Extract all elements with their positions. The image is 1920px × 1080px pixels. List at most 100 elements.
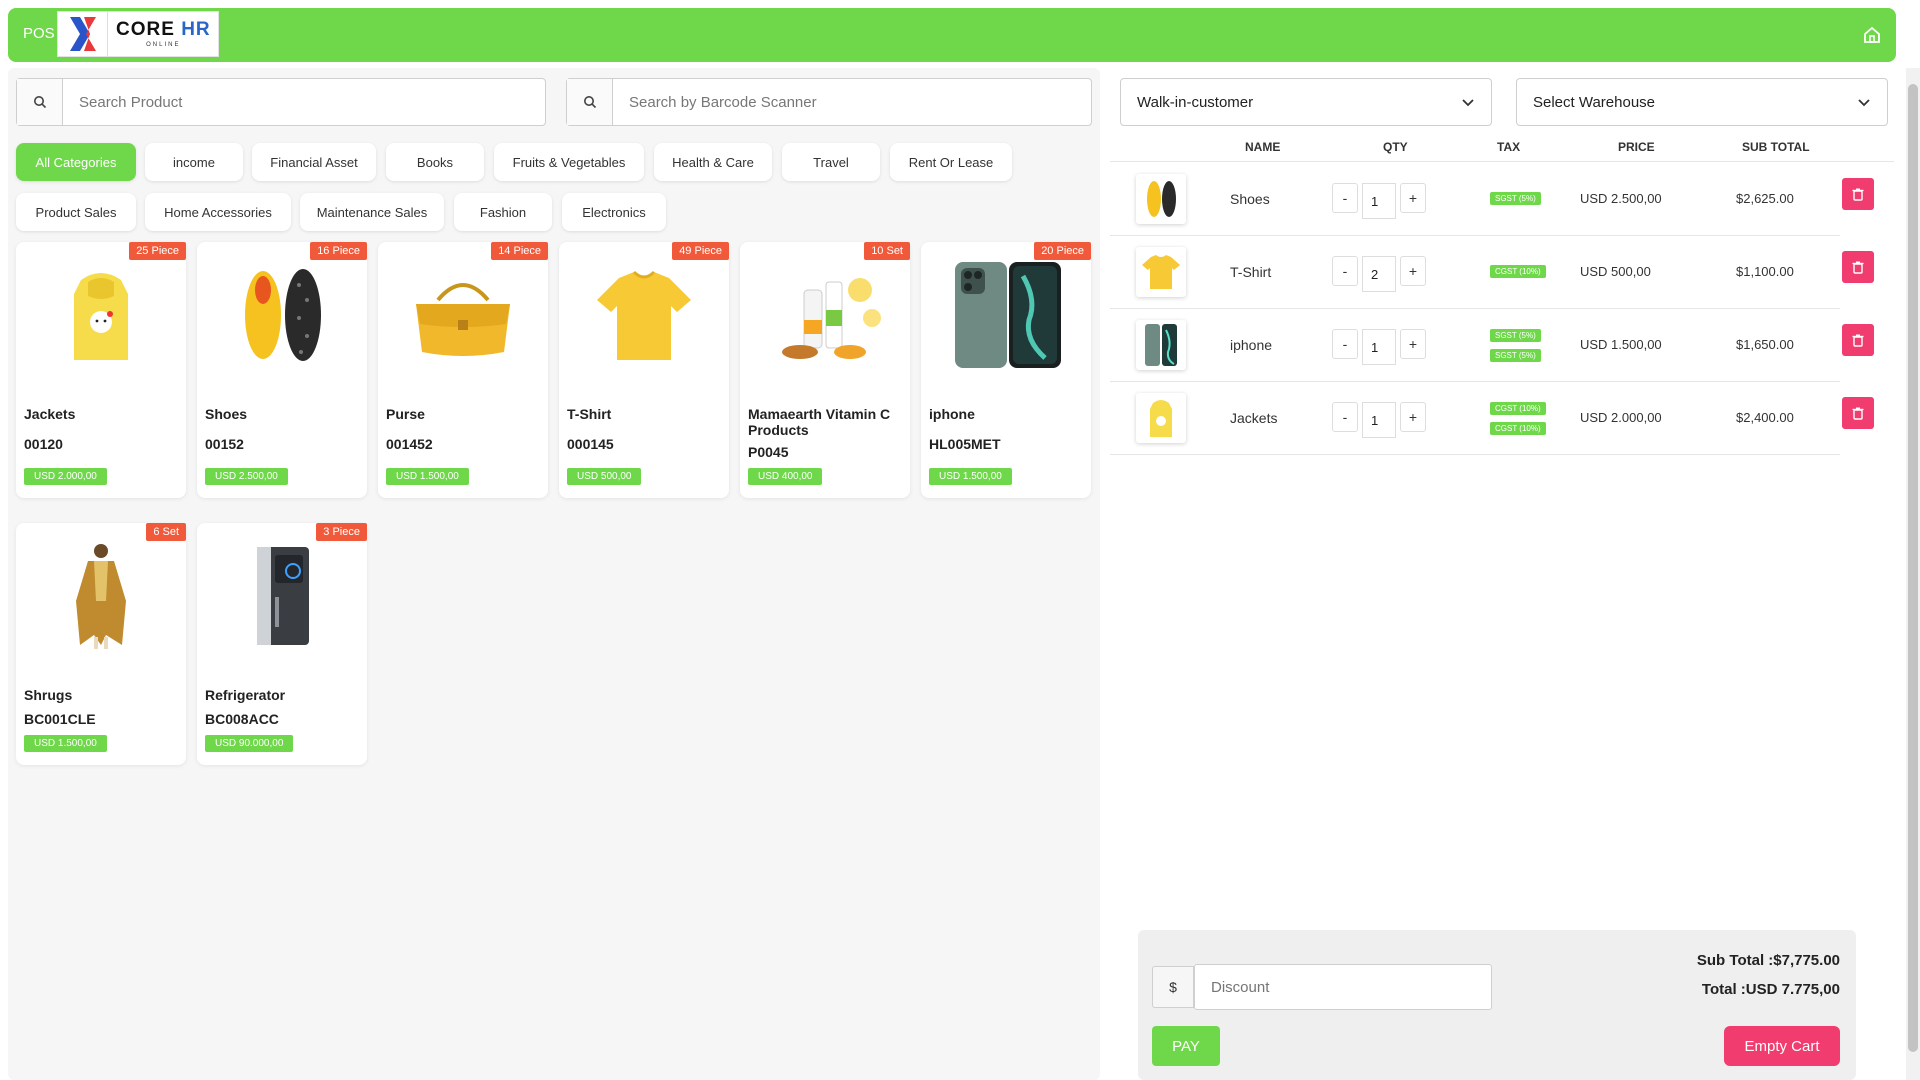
product-name: Purse (386, 406, 425, 422)
scrollbar-thumb[interactable] (1908, 84, 1918, 1052)
category-fashion[interactable]: Fashion (454, 193, 552, 231)
product-card[interactable]: 25 Piece Jackets 00120 USD 2.000,00 (16, 242, 186, 498)
chevron-down-icon (1462, 99, 1474, 107)
product-price: USD 90.000,00 (205, 735, 294, 752)
cart-item-name: Jackets (1230, 410, 1278, 426)
product-card[interactable]: 16 Piece Shoes 00152 USD 2.500,00 (197, 242, 367, 498)
discount-input[interactable] (1194, 964, 1492, 1010)
product-price: USD 1.500,00 (386, 468, 469, 485)
iphone-image (955, 262, 1061, 368)
qty-increase-button[interactable]: + (1400, 329, 1426, 359)
product-price: USD 1.500,00 (929, 468, 1012, 485)
product-price: USD 2.500,00 (205, 468, 288, 485)
delete-item-button[interactable] (1842, 178, 1874, 210)
home-icon[interactable] (1862, 25, 1882, 45)
product-code: 001452 (386, 436, 433, 452)
product-card[interactable]: 49 Piece T-Shirt 000145 USD 500,00 (559, 242, 729, 498)
customer-select[interactable]: Walk-in-customer (1120, 78, 1492, 126)
category-financial-asset[interactable]: Financial Asset (252, 143, 376, 181)
qty-increase-button[interactable]: + (1400, 402, 1426, 432)
core-hr-logo[interactable]: CORE HR ONLINE (57, 11, 219, 57)
qty-decrease-button[interactable]: - (1332, 402, 1358, 432)
barcode-search-input[interactable] (613, 79, 1091, 125)
delete-item-button[interactable] (1842, 397, 1874, 429)
category-income[interactable]: income (145, 143, 243, 181)
search-product-input[interactable] (63, 79, 545, 125)
category-all[interactable]: All Categories (16, 143, 136, 181)
tax-badge: CGST (10%) (1490, 402, 1546, 415)
jacket-thumbnail (1136, 393, 1186, 443)
product-name: Shrugs (24, 687, 73, 703)
category-rent-or-lease[interactable]: Rent Or Lease (890, 143, 1012, 181)
product-card[interactable]: 3 Piece Refrigerator BC008ACC USD 90.000… (197, 523, 367, 765)
trash-icon (1852, 188, 1864, 201)
category-electronics[interactable]: Electronics (562, 193, 666, 231)
stock-badge: 20 Piece (1034, 242, 1091, 260)
stock-badge: 25 Piece (129, 242, 186, 260)
yellow-hoodie-image (74, 273, 128, 360)
delete-item-button[interactable] (1842, 251, 1874, 283)
stock-badge: 16 Piece (310, 242, 367, 260)
product-card[interactable]: 6 Set Shrugs BC001CLE USD 1.500,00 (16, 523, 186, 765)
yellow-tshirt-image (597, 270, 691, 360)
yellow-purse-image (416, 283, 510, 356)
product-code: 000145 (567, 436, 614, 452)
trash-icon (1852, 334, 1864, 347)
qty-decrease-button[interactable]: - (1332, 256, 1358, 286)
tshirt-thumbnail (1136, 247, 1186, 297)
product-price: USD 500,00 (567, 468, 642, 485)
qty-increase-button[interactable]: + (1400, 256, 1426, 286)
barcode-search[interactable] (566, 78, 1092, 126)
tax-badge: CGST (10%) (1490, 265, 1546, 278)
qty-input[interactable]: 1 (1362, 329, 1396, 365)
qty-input[interactable]: 1 (1362, 183, 1396, 219)
product-card[interactable]: 14 Piece Purse 001452 USD 1.500,00 (378, 242, 548, 498)
qty-decrease-button[interactable]: - (1332, 329, 1358, 359)
stock-badge: 3 Piece (316, 523, 367, 541)
qty-input[interactable]: 2 (1362, 256, 1396, 292)
product-price: USD 400,00 (748, 468, 823, 485)
category-maintenance-sales[interactable]: Maintenance Sales (300, 193, 444, 231)
chevron-down-icon (1858, 99, 1870, 107)
category-fruits-vegetables[interactable]: Fruits & Vegetables (494, 143, 644, 181)
cart-item-subtotal: $2,625.00 (1736, 191, 1794, 206)
empty-cart-button[interactable]: Empty Cart (1724, 1026, 1840, 1066)
header-qty: QTY (1383, 140, 1408, 154)
shrug-dress-image (76, 544, 126, 649)
stock-badge: 6 Set (146, 523, 186, 541)
tax-badge: SGST (5%) (1490, 329, 1541, 342)
top-header: POS CORE HR ONLINE (8, 8, 1896, 62)
product-name: Jackets (24, 406, 76, 422)
stock-badge: 14 Piece (491, 242, 548, 260)
category-home-accessories[interactable]: Home Accessories (145, 193, 291, 231)
customer-select-value: Walk-in-customer (1137, 93, 1254, 111)
sub-total: Sub Total :$7,775.00 (1696, 952, 1840, 969)
refrigerator-image (257, 547, 309, 645)
cart-item-subtotal: $2,400.00 (1736, 410, 1794, 425)
qty-input[interactable]: 1 (1362, 402, 1396, 438)
category-health-care[interactable]: Health & Care (654, 143, 772, 181)
warehouse-select[interactable]: Select Warehouse (1516, 78, 1888, 126)
search-icon (567, 79, 613, 125)
category-travel[interactable]: Travel (782, 143, 880, 181)
product-code: P0045 (748, 444, 789, 460)
product-panel: All Categories income Financial Asset Bo… (8, 68, 1100, 1080)
pay-button[interactable]: PAY (1152, 1026, 1220, 1066)
qty-increase-button[interactable]: + (1400, 183, 1426, 213)
qty-decrease-button[interactable]: - (1332, 183, 1358, 213)
product-card[interactable]: 20 Piece iphone HL005MET USD 1.500,00 (921, 242, 1091, 498)
category-books[interactable]: Books (386, 143, 484, 181)
pos-label: POS (23, 25, 55, 42)
header-price: PRICE (1618, 140, 1655, 154)
cart-panel: Walk-in-customer Select Warehouse NAME Q… (1110, 68, 1894, 1080)
category-product-sales[interactable]: Product Sales (16, 193, 136, 231)
product-search[interactable] (16, 78, 546, 126)
cart-item-subtotal: $1,650.00 (1736, 337, 1794, 352)
search-icon (17, 79, 63, 125)
totals-block: Sub Total :$7,775.00 Total :USD 7.775,00 (1697, 946, 1840, 1004)
cart-item-name: Shoes (1230, 191, 1270, 207)
delete-item-button[interactable] (1842, 324, 1874, 356)
product-card[interactable]: 10 Set Mamaearth Vitamin C Products P004… (740, 242, 910, 498)
cart-row: Jackets - 1 + CGST (10%) CGST (10%) USD … (1110, 382, 1840, 455)
logo-title: CORE HR (116, 19, 211, 40)
